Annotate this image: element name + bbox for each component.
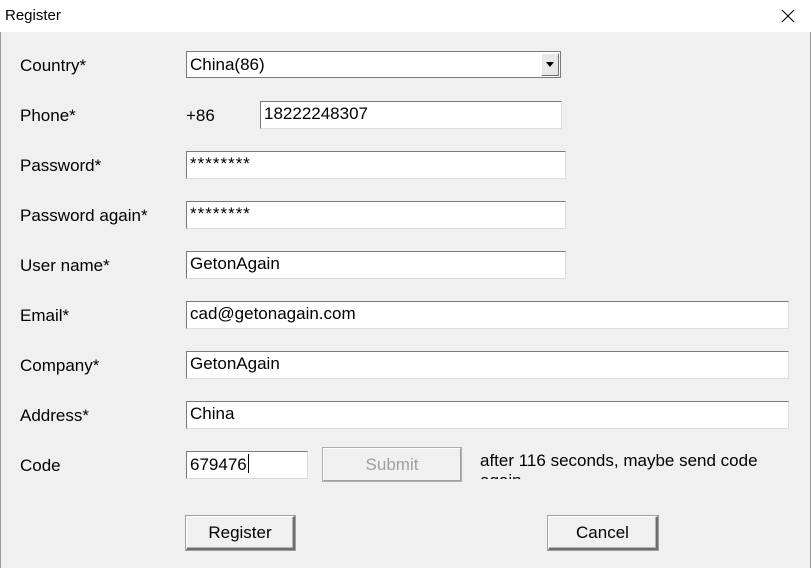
text-cursor bbox=[247, 454, 249, 473]
cancel-button[interactable]: Cancel bbox=[548, 516, 658, 550]
company-field[interactable]: GetonAgain bbox=[186, 351, 789, 379]
company-value: GetonAgain bbox=[190, 354, 280, 373]
country-selected-value: China(86) bbox=[190, 55, 265, 74]
phone-field[interactable]: 18222248307 bbox=[260, 101, 562, 129]
title-bar: Register bbox=[0, 0, 811, 32]
email-field[interactable]: cad@getonagain.com bbox=[186, 301, 789, 329]
address-value: China bbox=[190, 404, 235, 423]
phone-label: Phone* bbox=[20, 106, 76, 125]
address-label: Address* bbox=[20, 406, 89, 425]
resend-hint: after 116 seconds, maybe send code again bbox=[480, 451, 758, 479]
password-again-field[interactable]: ******** bbox=[186, 201, 566, 229]
country-select[interactable]: China(86) bbox=[186, 51, 561, 78]
submit-code-button[interactable]: Submit bbox=[323, 448, 461, 481]
close-icon bbox=[781, 9, 795, 23]
chevron-down-icon bbox=[546, 62, 554, 67]
email-label: Email* bbox=[20, 306, 70, 325]
username-value: GetonAgain bbox=[190, 254, 280, 273]
password-label: Password* bbox=[20, 156, 102, 175]
password-value: ******** bbox=[190, 154, 251, 173]
country-label: Country* bbox=[20, 56, 87, 75]
phone-prefix: +86 bbox=[186, 106, 215, 125]
password-again-value: ******** bbox=[190, 204, 251, 223]
code-field[interactable]: 679476 bbox=[186, 451, 308, 479]
code-value: 679476 bbox=[190, 455, 247, 474]
password-again-label: Password again* bbox=[20, 206, 148, 225]
username-field[interactable]: GetonAgain bbox=[186, 251, 566, 279]
close-button[interactable] bbox=[765, 0, 811, 32]
address-field[interactable]: China bbox=[186, 401, 789, 429]
username-label: User name* bbox=[20, 256, 110, 275]
password-field[interactable]: ******** bbox=[186, 151, 566, 179]
code-label: Code bbox=[20, 456, 61, 475]
company-label: Company* bbox=[20, 356, 100, 375]
country-dropdown-button[interactable] bbox=[541, 53, 559, 76]
register-button[interactable]: Register bbox=[186, 516, 295, 550]
phone-value: 18222248307 bbox=[264, 104, 369, 123]
email-value: cad@getonagain.com bbox=[190, 304, 356, 323]
window-title: Register bbox=[5, 7, 61, 24]
